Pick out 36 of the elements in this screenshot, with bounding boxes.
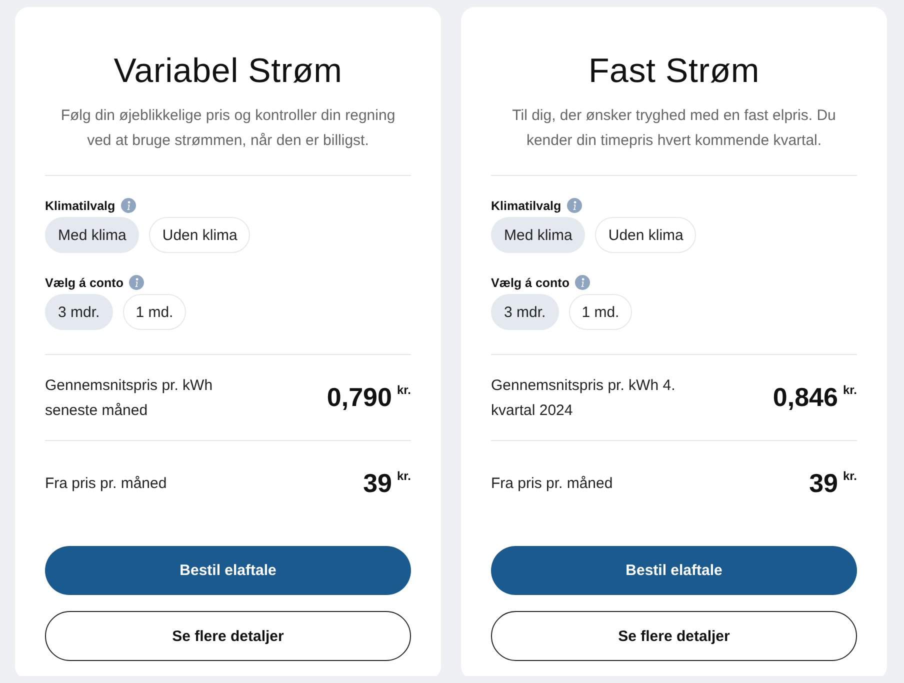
- plan-description: Til dig, der ønsker tryghed med en fast elpris. Du kender din timepris hvert kommende kvartal.: [511, 106, 837, 151]
- option-label: Klimatilvalg: [45, 198, 116, 212]
- price-value: 39: [809, 468, 838, 499]
- option-pill[interactable]: 3 mdr.: [491, 294, 559, 330]
- info-icon[interactable]: [567, 198, 582, 213]
- option-pill[interactable]: 3 mdr.: [45, 294, 113, 330]
- price-unit: kr.: [842, 383, 857, 397]
- price-unit: kr.: [396, 469, 411, 483]
- price-value: 39: [363, 468, 392, 499]
- plan-description: Følg din øjeblikkelige pris og kontroller din regning ved at bruge strømmen, når den er billigst.: [60, 106, 396, 151]
- option-pill[interactable]: 1 md.: [568, 294, 632, 330]
- price-label: Gennemsnitspris pr. kWh seneste måned: [45, 376, 214, 420]
- price-value: 0,790: [326, 382, 392, 413]
- option-pill[interactable]: Med klima: [491, 217, 586, 253]
- order-button[interactable]: Bestil elaftale: [45, 546, 411, 595]
- price-label: Fra pris pr. måned: [45, 474, 167, 494]
- order-button[interactable]: Bestil elaftale: [491, 546, 857, 595]
- option-pill[interactable]: Med klima: [45, 217, 140, 253]
- price-label: Gennemsnitspris pr. kWh 4. kvartal 2024: [491, 376, 676, 420]
- plan-title: Variabel Strøm: [112, 51, 344, 91]
- price-unit: kr.: [842, 469, 857, 483]
- option-label: Vælg á conto: [45, 276, 124, 290]
- info-icon[interactable]: [575, 275, 590, 290]
- details-button[interactable]: Se flere detaljer: [45, 611, 411, 661]
- option-pill[interactable]: 1 md.: [122, 294, 186, 330]
- option-pill[interactable]: Uden klima: [149, 217, 250, 253]
- price-value: 0,846: [772, 382, 838, 413]
- option-label: Vælg á conto: [491, 276, 570, 290]
- info-icon[interactable]: [121, 198, 136, 213]
- details-button[interactable]: Se flere detaljer: [491, 611, 857, 661]
- option-pill[interactable]: Uden klima: [595, 217, 696, 253]
- price-unit: kr.: [396, 383, 411, 397]
- price-label: Fra pris pr. måned: [491, 474, 613, 494]
- option-label: Klimatilvalg: [491, 198, 562, 212]
- info-icon[interactable]: [129, 275, 144, 290]
- plan-title: Fast Strøm: [587, 51, 761, 91]
